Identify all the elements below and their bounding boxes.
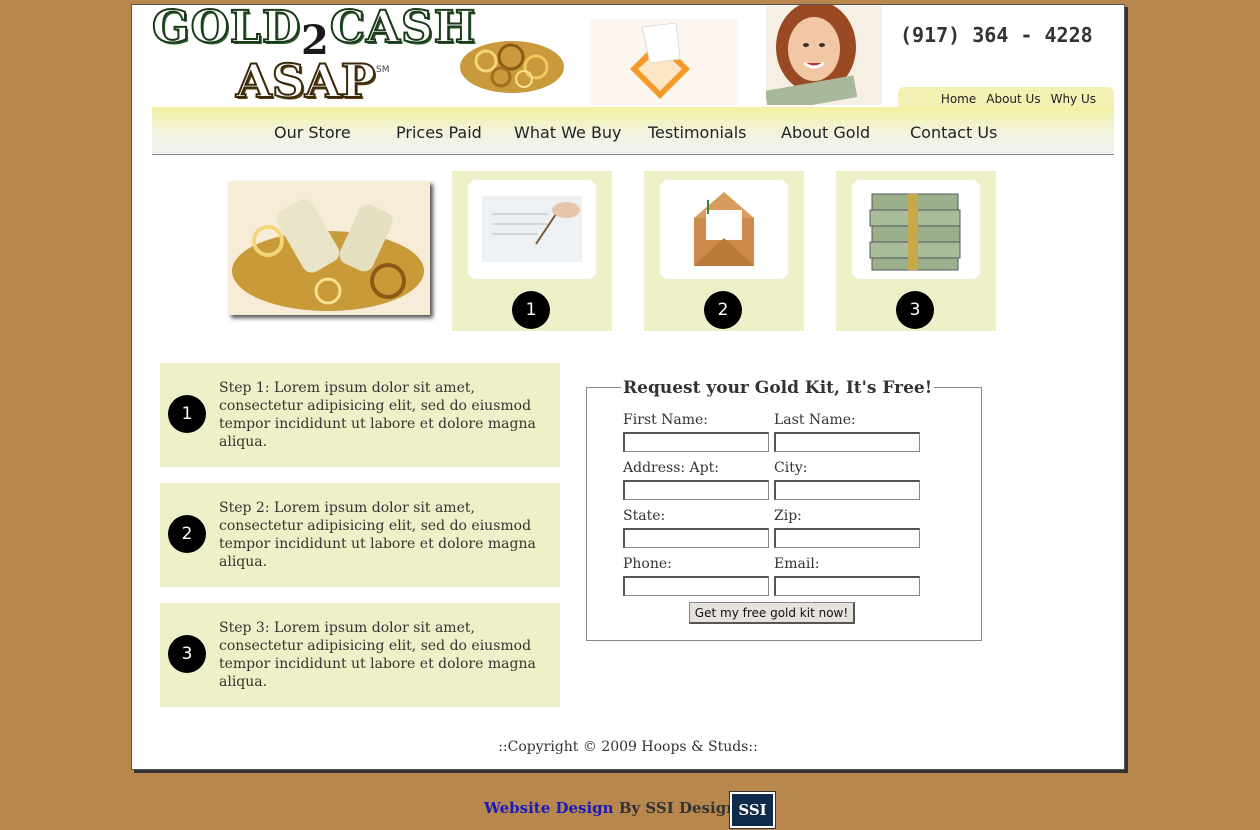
step-text: Step 2: Lorem ipsum dolor sit amet, cons… [219, 500, 536, 570]
phone-input[interactable] [623, 576, 769, 596]
envelope-icon [694, 192, 754, 266]
envelope-graphic [630, 22, 690, 99]
website-design-link[interactable]: Website Design [484, 799, 614, 817]
woman-graphic [766, 5, 858, 105]
logo-cash-text: CASH [329, 2, 477, 53]
page-container: GOLD2CASH ASAP SM (917) 364 - 4228 Home [131, 4, 1125, 770]
gold-and-cash-image [228, 181, 430, 315]
step-card-number: 2 [704, 291, 742, 329]
gold-jewelry-image [460, 41, 564, 93]
phone-number: (917) 364 - 4228 [900, 23, 1093, 47]
step-number: 1 [168, 395, 206, 433]
envelope-image [660, 180, 788, 279]
copyright-text: ::Copyright © 2009 Hoops & Studs:: [498, 739, 758, 755]
step-box-1: 1 Step 1: Lorem ipsum dolor sit amet, co… [160, 363, 560, 467]
step-box-2: 2 Step 2: Lorem ipsum dolor sit amet, co… [160, 483, 560, 587]
step-card-2: 2 [644, 171, 804, 331]
nav-contact-us[interactable]: Contact Us [910, 123, 997, 142]
cash-stack-icon [869, 193, 961, 271]
city-label: City: [774, 460, 808, 476]
city-input[interactable] [774, 480, 920, 500]
last-name-label: Last Name: [774, 412, 856, 428]
address-label: Address: Apt: [623, 460, 719, 476]
woman-with-cash-image [766, 5, 882, 105]
signing-form-image [468, 180, 596, 279]
step-text: Step 3: Lorem ipsum dolor sit amet, cons… [219, 620, 536, 690]
address-input[interactable] [623, 480, 769, 500]
state-label: State: [623, 508, 666, 524]
main-nav: Our Store Prices Paid What We Buy Testim… [152, 107, 1114, 155]
submit-gold-kit-button[interactable]: Get my free gold kit now! [689, 602, 855, 624]
zip-label: Zip: [774, 508, 802, 524]
logo-asap-text: ASAP [235, 54, 376, 108]
step-text: Step 1: Lorem ipsum dolor sit amet, cons… [219, 380, 536, 450]
site-logo[interactable]: GOLD2CASH ASAP SM [151, 4, 476, 108]
nav-about-gold[interactable]: About Gold [781, 123, 870, 142]
state-input[interactable] [623, 528, 769, 548]
nav-testimonials[interactable]: Testimonials [648, 123, 747, 142]
phone-label: Phone: [623, 556, 672, 572]
logo-line-1: GOLD2CASH [151, 2, 477, 64]
form-title: Request your Gold Kit, It's Free! [621, 378, 935, 398]
design-credit: Website Design By SSI Design [484, 799, 737, 817]
email-label: Email: [774, 556, 820, 572]
top-links: Home About Us Why Us [898, 87, 1114, 109]
step-card-number: 1 [512, 291, 550, 329]
cash-stack-image [852, 180, 980, 279]
step-card-1: 1 [452, 171, 612, 331]
pen-paper-graphic [482, 196, 582, 262]
step-box-3: 3 Step 3: Lorem ipsum dolor sit amet, co… [160, 603, 560, 707]
step-card-number: 3 [896, 291, 934, 329]
credit-by-text: By SSI Design [613, 799, 738, 817]
nav-prices-paid[interactable]: Prices Paid [396, 123, 482, 142]
logo-servicemark: SM [376, 65, 390, 75]
first-name-input[interactable] [623, 432, 769, 452]
first-name-label: First Name: [623, 412, 709, 428]
step-card-3: 3 [836, 171, 996, 331]
step-number: 3 [168, 635, 206, 673]
email-input[interactable] [774, 576, 920, 596]
nav-what-we-buy[interactable]: What We Buy [514, 123, 622, 142]
gold-kit-image [590, 19, 738, 105]
logo-gold-text: GOLD [151, 2, 301, 53]
zip-input[interactable] [774, 528, 920, 548]
last-name-input[interactable] [774, 432, 920, 452]
gold-kit-form: Request your Gold Kit, It's Free! First … [586, 378, 982, 641]
step-number: 2 [168, 515, 206, 553]
ssi-logo-badge[interactable]: SSI [730, 792, 775, 828]
nav-our-store[interactable]: Our Store [274, 123, 351, 142]
